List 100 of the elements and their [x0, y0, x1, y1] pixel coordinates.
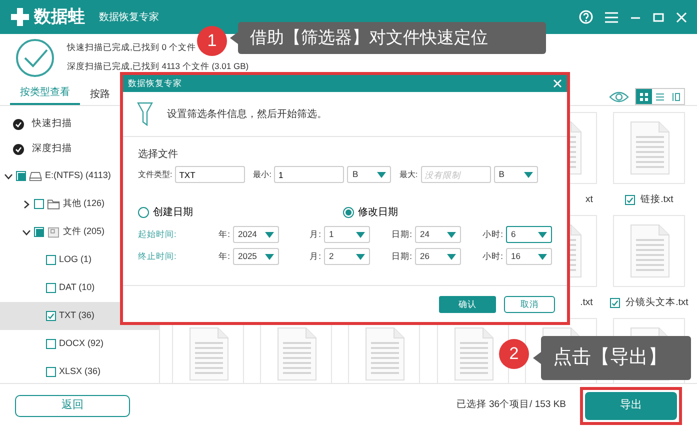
radio-option[interactable]: 创建日期 — [138, 205, 343, 220]
scan-label[interactable]: 深度扫描 — [32, 142, 72, 157]
status-text: 快速扫描已完成,已找到 0 个文件 — [67, 41, 196, 54]
caret-icon — [447, 232, 456, 238]
dropdown[interactable]: 24 — [415, 226, 461, 243]
step-tooltip: 借助【筛选器】对文件快速定位 — [238, 22, 546, 54]
input-field[interactable]: 没有限制 — [420, 166, 491, 183]
field-label: 日期: — [392, 250, 412, 263]
grid-view-button[interactable] — [636, 89, 652, 104]
caret-icon — [265, 232, 274, 238]
document-icon — [47, 226, 60, 238]
tree-row[interactable]: DAT (10) — [0, 274, 159, 302]
check-dot-icon — [13, 119, 24, 130]
field-label: 日期: — [392, 228, 412, 241]
status-text: 深度扫描已完成,已找到 4113 个文件 (3.01 GB) — [67, 60, 249, 72]
dropdown[interactable]: 1 — [324, 226, 370, 243]
caret-icon — [538, 232, 547, 238]
step-badge: 1 — [197, 26, 227, 56]
tree-label[interactable]: DOCX (92) — [59, 337, 104, 351]
field-label: 最小: — [253, 168, 272, 180]
cancel-button[interactable]: 取消 — [504, 296, 555, 312]
time-label: 终止时间: — [138, 250, 178, 263]
file-name: xt — [585, 193, 593, 207]
view-tab[interactable]: 按类型查看 — [10, 85, 80, 105]
help-icon[interactable] — [579, 10, 593, 24]
file-name: 分镜头文本.txt — [626, 296, 688, 310]
selection-summary: 已选择 36个项目/ 153 KB — [456, 398, 566, 412]
caret-icon — [265, 254, 274, 260]
dialog-title: 数据恢复专家 — [128, 77, 182, 90]
dropdown[interactable]: 16 — [506, 248, 552, 265]
checkbox[interactable] — [610, 298, 620, 308]
list-icon — [656, 92, 664, 100]
checkbox[interactable] — [46, 367, 56, 377]
tree-label[interactable]: 文件 (205) — [63, 225, 105, 239]
checkbox[interactable] — [46, 339, 56, 349]
grid-icon — [640, 92, 648, 100]
file-thumbnail[interactable] — [612, 112, 685, 184]
close-icon[interactable] — [553, 79, 562, 88]
field-label: 月: — [310, 228, 321, 241]
confirm-button[interactable]: 确认 — [439, 296, 496, 312]
folder-icon — [47, 198, 60, 210]
input-field[interactable]: 1 — [274, 166, 344, 183]
caret-icon — [524, 172, 533, 178]
section-title: 选择文件 — [138, 148, 179, 162]
field-label: 小时: — [482, 250, 503, 263]
dialog-intro: 设置筛选条件信息，然后开始筛选。 — [167, 108, 327, 122]
chevron-down-icon[interactable] — [4, 172, 13, 180]
caret-icon — [377, 172, 386, 178]
field-label: 最大: — [399, 168, 418, 180]
tree-label[interactable]: TXT (36) — [59, 309, 94, 323]
checkbox[interactable] — [46, 283, 56, 293]
checkbox[interactable] — [46, 255, 56, 265]
checkbox[interactable] — [624, 195, 635, 206]
file-thumbnail[interactable] — [612, 215, 685, 287]
step-tooltip: 点击【导出】 — [541, 336, 691, 380]
cross-logo-icon — [10, 7, 30, 27]
field-label: 月: — [310, 250, 321, 263]
check-dot-icon — [13, 144, 24, 155]
radio-option[interactable]: 修改日期 — [343, 205, 548, 220]
time-label: 起始时间: — [138, 228, 178, 241]
tree-label[interactable]: XLSX (36) — [59, 365, 101, 379]
caret-icon — [538, 254, 547, 260]
dropdown[interactable]: B — [494, 166, 538, 183]
dropdown[interactable]: 6 — [506, 226, 552, 243]
file-name: .txt — [580, 296, 593, 310]
tree-label[interactable]: LOG (1) — [59, 253, 92, 267]
input-field[interactable]: TXT — [175, 166, 246, 183]
dropdown[interactable]: 2024 — [233, 226, 279, 243]
chevron-right-icon[interactable] — [22, 200, 31, 208]
back-button[interactable]: 返回 — [15, 394, 130, 416]
caret-icon — [356, 232, 365, 238]
dropdown[interactable]: 26 — [415, 248, 461, 265]
checkbox[interactable] — [34, 199, 44, 209]
eye-icon[interactable] — [609, 90, 629, 102]
funnel-icon — [137, 102, 153, 126]
radio-icon[interactable] — [138, 207, 149, 218]
export-button[interactable]: 导出 — [585, 392, 677, 420]
menu-icon[interactable] — [605, 12, 618, 22]
field-label: 年: — [218, 228, 230, 241]
field-label: 年: — [218, 250, 230, 263]
file-name: 链接.txt — [640, 193, 674, 207]
app-title: 数据恢复专家 — [99, 10, 159, 24]
drive-icon — [29, 170, 42, 182]
scan-label[interactable]: 快速扫描 — [32, 117, 72, 132]
dropdown[interactable]: 2 — [324, 248, 370, 265]
tree-row[interactable]: DOCX (92) — [0, 330, 159, 358]
dropdown[interactable]: 2025 — [233, 248, 279, 265]
tree-label[interactable]: DAT (10) — [59, 281, 95, 295]
view-tab[interactable]: 按路 — [80, 87, 120, 105]
checkbox[interactable] — [46, 311, 56, 321]
tree-row[interactable]: XLSX (36) — [0, 358, 159, 383]
close-icon[interactable] — [676, 12, 687, 22]
maximize-icon[interactable] — [653, 12, 664, 22]
logo-text: 数据蛙 — [34, 6, 85, 28]
tree-label[interactable]: E:(NTFS) (4113) — [45, 169, 111, 183]
radio-icon[interactable] — [343, 207, 354, 218]
dropdown[interactable]: B — [347, 166, 392, 183]
chevron-down-icon[interactable] — [22, 228, 31, 236]
tree-label[interactable]: 其他 (126) — [63, 197, 105, 211]
caret-icon — [356, 254, 365, 260]
